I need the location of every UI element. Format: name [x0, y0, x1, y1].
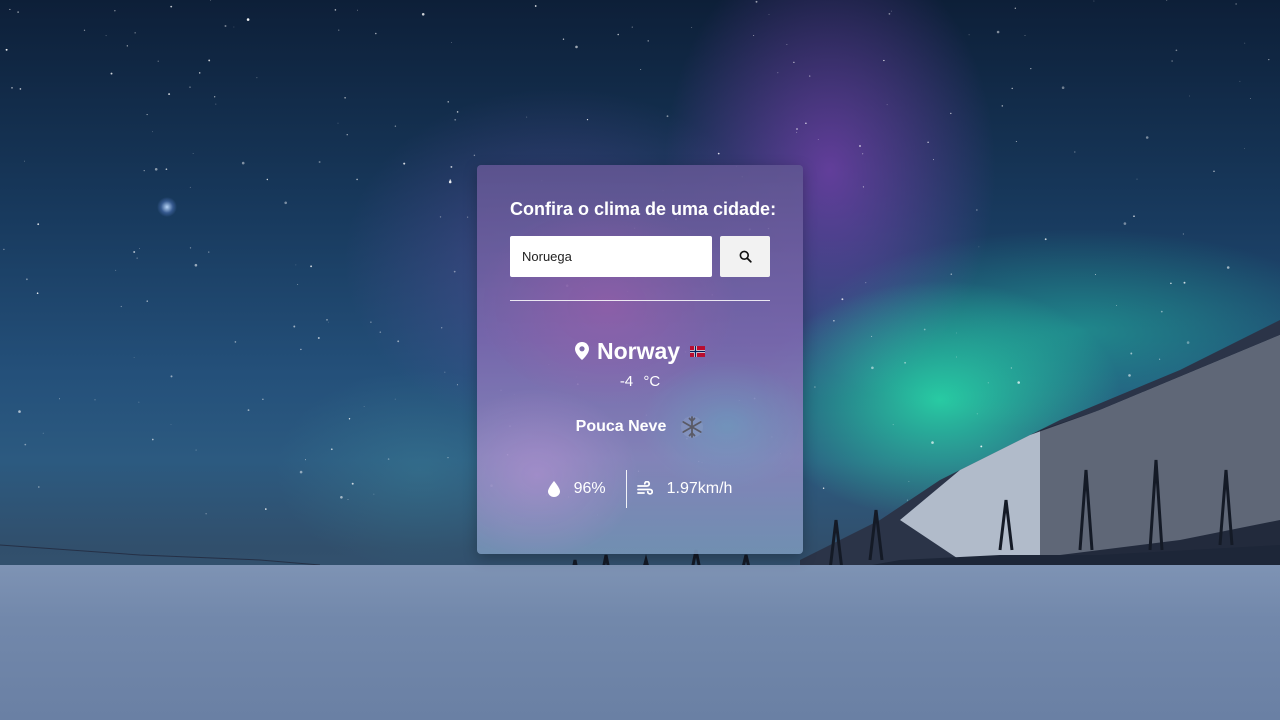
snowflake-icon: [681, 416, 704, 438]
weather-card: Confira o clima de uma cidade: Norway -4…: [477, 165, 803, 554]
wind-icon: [636, 481, 653, 495]
city-name: Norway: [596, 338, 681, 364]
location: Norway: [510, 337, 770, 365]
humidity: 96%: [547, 480, 626, 498]
temperature-value: -4: [619, 373, 634, 390]
wind-value: 1.97km/h: [666, 480, 733, 497]
temperature: -4 °C: [510, 373, 770, 391]
temperature-unit: °C: [643, 373, 661, 390]
condition-description: Pouca Neve: [575, 418, 667, 435]
search-form: [510, 236, 770, 277]
weather-details: 96% 1.97km/h: [510, 470, 770, 508]
humidity-value: 96%: [573, 480, 606, 497]
card-title: Confira o clima de uma cidade:: [510, 199, 777, 219]
water-drop-icon: [547, 481, 560, 497]
city-search-input[interactable]: [510, 236, 712, 277]
norway-flag-icon: [690, 345, 706, 357]
snow-ground: [0, 565, 1280, 720]
location-pin-icon: [574, 342, 589, 360]
wind: 1.97km/h: [627, 480, 733, 498]
search-icon: [739, 250, 752, 263]
search-button[interactable]: [720, 236, 770, 277]
divider: [510, 300, 770, 301]
weather-condition: Pouca Neve: [510, 415, 770, 439]
